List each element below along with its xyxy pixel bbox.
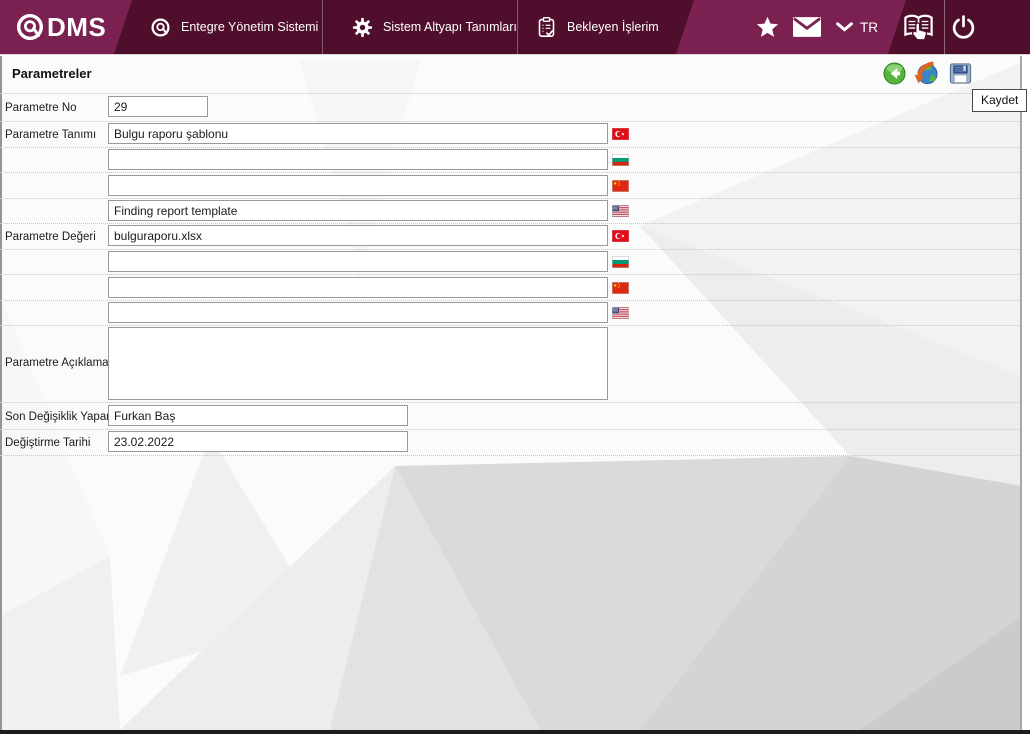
divider xyxy=(0,147,1020,148)
flag-chinese-icon xyxy=(611,281,630,295)
flag-bulgarian-icon xyxy=(611,255,630,269)
flag-turkish-icon xyxy=(611,229,630,243)
parameter-no-input[interactable] xyxy=(108,96,208,117)
parameter-name-input-cn[interactable] xyxy=(108,175,608,196)
flag-bulgarian-icon xyxy=(611,153,630,167)
parameter-value-label: Parametre Değeri xyxy=(5,231,96,243)
divider xyxy=(0,402,1020,403)
parameters-form: Parametre No Parametre Tanımı Parametre … xyxy=(0,0,1030,734)
parameter-name-input-tr[interactable] xyxy=(108,123,608,144)
divider xyxy=(0,93,1020,94)
save-tooltip: Kaydet xyxy=(972,89,1028,112)
parameter-description-label: Parametre Açıklaması xyxy=(5,357,118,369)
modified-date-input[interactable] xyxy=(108,431,408,452)
last-modified-by-label: Son Değişiklik Yapan xyxy=(5,411,113,423)
parameter-name-input-us[interactable] xyxy=(108,200,608,221)
divider xyxy=(0,223,1020,224)
parameter-name-input-bg[interactable] xyxy=(108,149,608,170)
modified-date-label: Değiştirme Tarihi xyxy=(5,437,91,449)
flag-chinese-icon xyxy=(611,179,630,193)
divider xyxy=(0,121,1020,122)
qdms-window: DMS Entegre Yönetim Sistemi Sistem Altya… xyxy=(0,0,1030,734)
flag-turkish-icon xyxy=(611,127,630,141)
parameter-description-textarea[interactable] xyxy=(108,327,608,400)
parameter-value-input-bg[interactable] xyxy=(108,251,608,272)
parameter-value-input-tr[interactable] xyxy=(108,225,608,246)
divider xyxy=(0,325,1020,326)
divider xyxy=(0,172,1020,173)
divider xyxy=(0,455,1020,456)
parameter-name-label: Parametre Tanımı xyxy=(5,129,97,141)
divider xyxy=(0,429,1020,430)
parameter-no-label: Parametre No xyxy=(5,102,77,114)
parameter-value-input-us[interactable] xyxy=(108,302,608,323)
divider xyxy=(0,300,1020,301)
divider xyxy=(0,249,1020,250)
divider xyxy=(0,198,1020,199)
divider xyxy=(0,274,1020,275)
flag-us-icon xyxy=(611,204,630,218)
last-modified-by-input[interactable] xyxy=(108,405,408,426)
flag-us-icon xyxy=(611,306,630,320)
parameter-value-input-cn[interactable] xyxy=(108,277,608,298)
